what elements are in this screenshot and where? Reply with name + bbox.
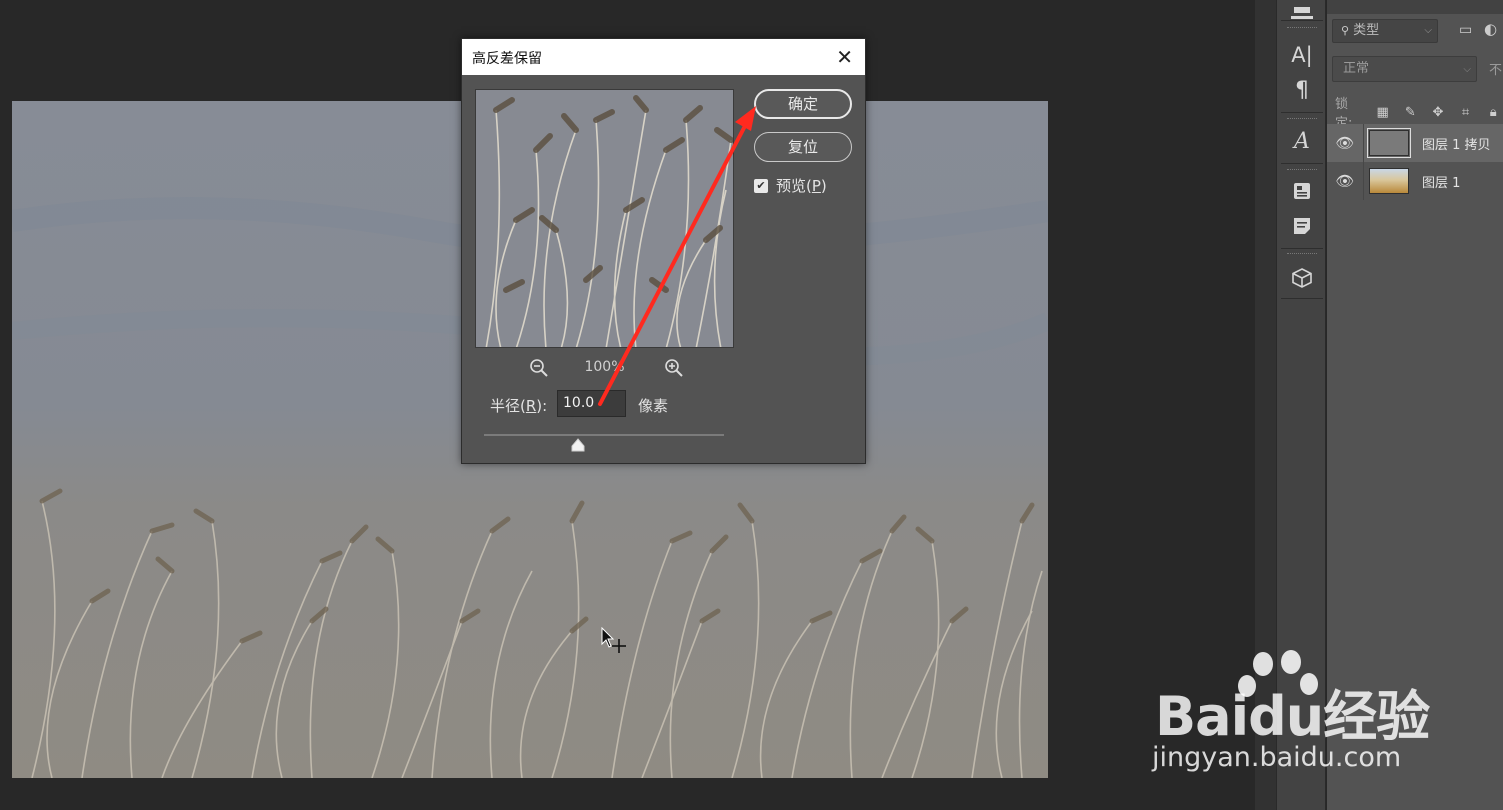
- photoshop-workspace: 高反差保留 ✕ 100% 半径(R): 10.0 像素 确定 复位 ✔ 预览(P…: [0, 0, 1503, 810]
- lock-all-icon[interactable]: 🔒︎: [1483, 105, 1503, 120]
- history-brush-icon[interactable]: [1286, 0, 1318, 30]
- divider: [1281, 112, 1323, 113]
- watermark-logo: Baidu经验: [1155, 685, 1430, 748]
- panel-tabs-bar: [1327, 0, 1503, 14]
- adjustment-filter-icon[interactable]: ◐: [1484, 20, 1497, 38]
- preview-label: 预览(P): [776, 175, 827, 196]
- preview-checkbox[interactable]: ✔: [754, 178, 768, 193]
- 3d-cube-icon[interactable]: [1286, 263, 1318, 293]
- divider: [1281, 20, 1323, 21]
- paragraph-icon[interactable]: ¶: [1286, 75, 1318, 105]
- grip[interactable]: [1287, 253, 1317, 256]
- opacity-label: 不: [1489, 63, 1503, 78]
- preview-checkbox-row[interactable]: ✔ 预览(P): [754, 175, 827, 196]
- chevron-down-icon: ⌵: [1424, 25, 1432, 36]
- lock-artboard-icon[interactable]: ⌗: [1456, 105, 1476, 120]
- preview-image: [476, 90, 733, 347]
- divider: [1281, 248, 1323, 249]
- preview-label-prefix: 预览(: [776, 177, 812, 195]
- lock-paint-icon[interactable]: ✎: [1400, 105, 1420, 120]
- grip[interactable]: [1287, 27, 1317, 30]
- radius-mnemonic: R: [525, 397, 537, 415]
- high-pass-dialog: 高反差保留 ✕ 100% 半径(R): 10.0 像素 确定 复位 ✔ 预览(P…: [461, 38, 866, 464]
- layer-filter-dropdown[interactable]: ⚲ 类型 ⌵: [1332, 19, 1438, 43]
- blend-mode-value: 正常: [1343, 61, 1370, 76]
- chevron-down-icon: ⌵: [1463, 64, 1471, 75]
- grip[interactable]: [1287, 118, 1317, 121]
- eye-icon[interactable]: 👁︎: [1327, 162, 1364, 200]
- layer-name: 图层 1 拷贝: [1422, 137, 1491, 153]
- image-filter-icon[interactable]: ▭: [1459, 22, 1472, 38]
- zoom-controls: 100%: [475, 357, 734, 379]
- divider: [1281, 298, 1323, 299]
- dialog-titlebar[interactable]: 高反差保留 ✕: [462, 39, 865, 75]
- libraries-icon[interactable]: [1286, 176, 1318, 206]
- filter-label: 类型: [1353, 23, 1380, 38]
- radius-label: 半径(R):: [490, 395, 547, 416]
- radius-label-prefix: 半径(: [490, 397, 526, 415]
- eye-icon[interactable]: 👁︎: [1327, 124, 1364, 162]
- watermark-url: jingyan.baidu.com: [1152, 742, 1402, 773]
- search-icon: ⚲: [1341, 24, 1350, 37]
- character-icon[interactable]: A|: [1286, 40, 1318, 70]
- layer-thumbnail: [1369, 168, 1409, 194]
- grip[interactable]: [1287, 169, 1317, 172]
- lock-transparent-icon[interactable]: ▦: [1373, 105, 1393, 120]
- radius-input[interactable]: 10.0: [557, 390, 626, 417]
- reset-button[interactable]: 复位: [754, 132, 852, 162]
- radius-unit: 像素: [638, 397, 669, 415]
- baidu-watermark: Baidu经验 jingyan.baidu.com: [1150, 650, 1440, 780]
- blend-mode-dropdown[interactable]: 正常 ⌵: [1332, 56, 1477, 82]
- layer-thumbnail: [1367, 128, 1411, 158]
- divider: [1281, 163, 1323, 164]
- close-icon[interactable]: ✕: [836, 45, 853, 69]
- preview-mnemonic: P: [811, 177, 821, 195]
- layer-row[interactable]: 👁︎ 图层 1 拷贝: [1327, 124, 1503, 162]
- ok-button[interactable]: 确定: [754, 89, 852, 119]
- layer-row[interactable]: 👁︎ 图层 1: [1327, 162, 1503, 200]
- filter-preview[interactable]: [475, 89, 734, 348]
- notes-icon[interactable]: [1286, 211, 1318, 241]
- move-cursor-icon: [601, 627, 626, 653]
- layer-name: 图层 1: [1422, 175, 1461, 191]
- dialog-title: 高反差保留: [472, 51, 542, 67]
- zoom-percent: 100%: [584, 359, 625, 375]
- lock-move-icon[interactable]: ✥: [1428, 105, 1448, 120]
- radius-label-suffix: ):: [536, 397, 548, 415]
- radius-slider-track[interactable]: [484, 434, 724, 436]
- preview-label-suffix: ): [820, 177, 827, 195]
- radius-slider-thumb[interactable]: [571, 438, 585, 452]
- glyphs-icon[interactable]: A: [1286, 126, 1318, 156]
- zoom-in-icon[interactable]: [663, 357, 685, 379]
